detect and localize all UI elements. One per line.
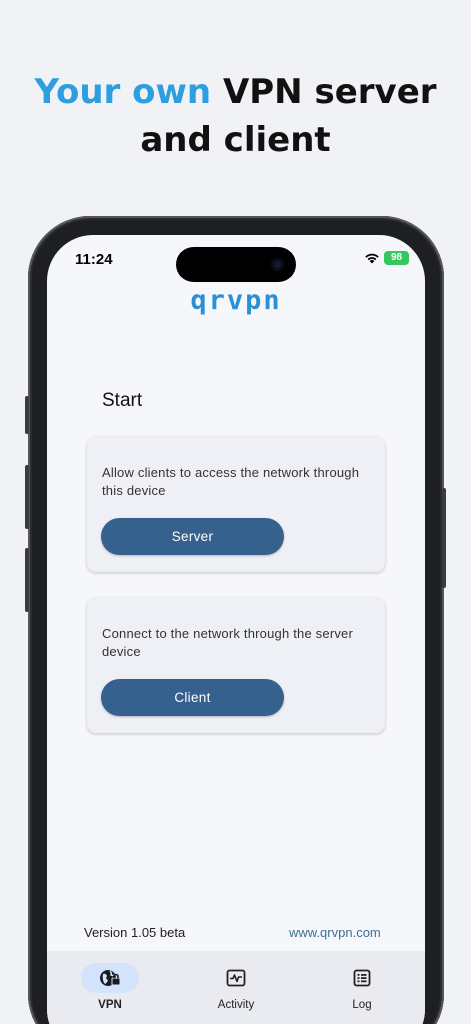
phone-volume-up-button — [25, 465, 29, 529]
wifi-icon — [365, 253, 379, 264]
globe-lock-icon — [100, 970, 121, 986]
app-logo: qrvpn — [190, 285, 282, 316]
nav-activity-pill — [207, 963, 265, 993]
phone-volume-down-button — [25, 548, 29, 612]
nav-activity[interactable]: Activity — [176, 963, 296, 1011]
nav-vpn-pill — [81, 963, 139, 993]
version-label: Version 1.05 beta — [84, 925, 186, 940]
server-description: Allow clients to access the network thro… — [102, 465, 360, 498]
activity-icon — [226, 969, 246, 987]
nav-log[interactable]: Log — [302, 963, 422, 1011]
client-card: Connect to the network through the serve… — [87, 598, 385, 733]
website-link[interactable]: www.qrvpn.com — [289, 925, 381, 940]
server-card: Allow clients to access the network thro… — [87, 437, 385, 572]
nav-activity-label: Activity — [217, 999, 255, 1011]
section-title: Start — [102, 390, 143, 411]
client-description: Connect to the network through the serve… — [102, 626, 354, 659]
battery-icon: 98 — [384, 251, 409, 265]
phone-power-button — [442, 488, 446, 588]
headline-accent: Your own — [34, 72, 212, 112]
camera-icon — [271, 258, 284, 271]
nav-vpn-label: VPN — [98, 999, 122, 1011]
bottom-navigation: VPN Activity Log — [47, 951, 425, 1024]
server-button[interactable]: Server — [101, 518, 284, 555]
phone-screen: 11:24 98 qrvpn Start Allow clients to ac… — [47, 235, 425, 1024]
phone-action-button — [25, 396, 29, 434]
promo-headline: Your own VPN server and client — [0, 68, 471, 164]
status-time: 11:24 — [75, 251, 113, 268]
headline-rest: VPN server — [211, 72, 437, 112]
nav-vpn[interactable]: VPN — [50, 963, 170, 1011]
nav-log-pill — [333, 963, 391, 993]
dynamic-island — [176, 247, 296, 282]
nav-log-label: Log — [352, 999, 372, 1011]
client-button[interactable]: Client — [101, 679, 284, 716]
headline-line-1: Your own VPN server — [0, 68, 471, 116]
log-list-icon — [353, 969, 371, 987]
headline-line-2: and client — [140, 120, 331, 160]
